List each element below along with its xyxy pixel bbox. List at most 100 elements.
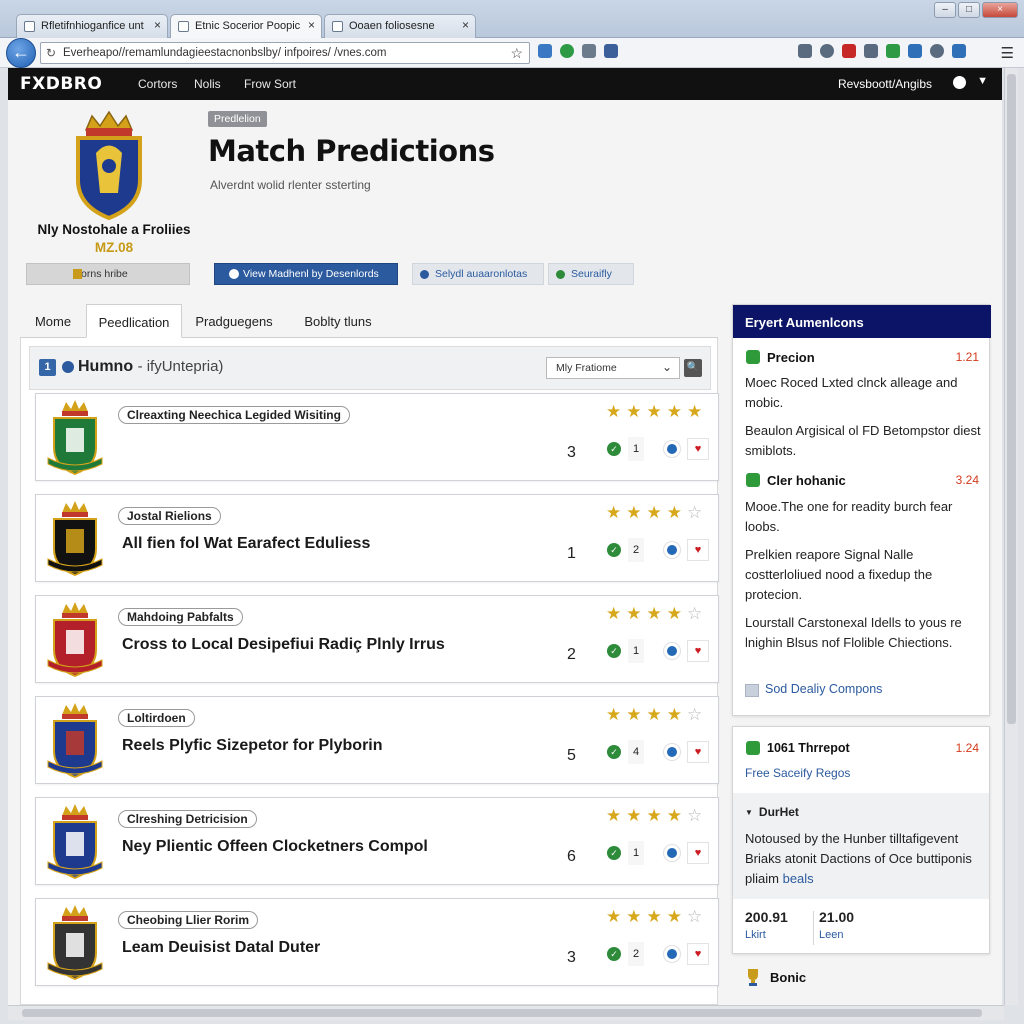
match-tag[interactable]: Clreshing Detricision [118,810,257,828]
reload-icon[interactable]: ↻ [46,46,56,60]
scrollbar-thumb[interactable] [1007,74,1016,724]
extension-icon[interactable] [538,44,552,58]
match-title[interactable]: Leam Deuisist Datal Duter [122,939,320,957]
check-icon[interactable]: ✓ [607,745,621,759]
match-tag[interactable]: Cheobing Llier Rorim [118,911,259,929]
scrollbar-thumb[interactable] [22,1009,982,1017]
check-icon[interactable]: ✓ [607,442,621,456]
heart-icon[interactable]: ♥ [687,943,709,965]
star-icon[interactable]: ☆ [687,604,707,623]
match-title[interactable]: Cross to Local Desipefiui Radiç Plnly Ir… [122,636,445,654]
match-card[interactable]: Loltirdoen Reels Plyfic Sizepetor for Ply… [35,696,719,784]
nav-link[interactable]: Frow Sort [244,77,296,91]
filter-chip[interactable]: Selydl auaaronlotas [412,263,544,285]
horizontal-scrollbar[interactable] [8,1005,1004,1020]
star-icon[interactable]: ★ [647,503,667,522]
user-icon[interactable] [820,44,834,58]
star-icon[interactable]: ★ [626,604,646,623]
rating-stars[interactable]: ★★★★☆ [606,604,707,624]
extension-icon[interactable] [952,44,966,58]
star-icon[interactable]: ★ [667,907,687,926]
match-card[interactable]: Jostal Rielions All fien fol Wat Earafect… [35,494,719,582]
heart-icon[interactable]: ♥ [687,741,709,763]
expert-item-label[interactable]: Cler hohanic [767,473,846,488]
heart-icon[interactable]: ♥ [687,539,709,561]
star-icon[interactable]: ★ [626,402,646,421]
stop-icon[interactable] [842,44,856,58]
close-icon[interactable]: × [308,18,315,32]
extension-icon[interactable] [560,44,574,58]
share-icon[interactable] [663,743,681,761]
match-card[interactable]: Cheobing Llier Rorim Leam Deuisist Datal … [35,898,719,986]
rating-stars[interactable]: ★★★★☆ [606,806,707,826]
star-icon[interactable]: ★ [626,907,646,926]
user-menu-label[interactable]: Revsboott/Angibs [838,77,932,91]
star-icon[interactable]: ☆ [687,806,707,825]
tab-home[interactable]: Mome [20,304,86,338]
star-icon[interactable]: ★ [647,907,667,926]
share-icon[interactable] [663,844,681,862]
tab-prediction[interactable]: Peedlication [86,304,182,338]
heart-icon[interactable]: ♥ [687,640,709,662]
rating-stars[interactable]: ★★★★★ [606,402,707,422]
extension-icon[interactable] [886,44,900,58]
menu-icon[interactable]: ☰ [1001,44,1014,62]
window-close-icon[interactable]: × [982,2,1018,18]
star-icon[interactable]: ★ [626,806,646,825]
share-icon[interactable] [663,945,681,963]
search-icon[interactable]: 🔍 [684,359,702,377]
tab-betting[interactable]: Boblty tluns [290,304,386,338]
star-icon[interactable]: ★ [626,705,646,724]
vertical-scrollbar[interactable] [1004,68,1018,1005]
expert-link[interactable]: Sod Dealiy Compons [745,682,882,697]
close-icon[interactable]: × [154,18,161,32]
details-toggle[interactable]: DurHet [745,805,799,819]
star-icon[interactable]: ★ [647,604,667,623]
star-icon[interactable]: ★ [606,503,626,522]
stat-label[interactable]: Leen [819,929,854,941]
match-title[interactable]: Reels Plyfic Sizepetor for Plyborin [122,737,383,755]
match-title[interactable]: All fien fol Wat Earafect Eduliess [122,535,370,553]
star-icon[interactable]: ★ [606,806,626,825]
star-icon[interactable]: ★ [606,402,626,421]
star-icon[interactable]: ★ [667,503,687,522]
browser-tab-active[interactable]: Etnic Socerior Poopic × [170,14,322,38]
star-icon[interactable]: ★ [667,705,687,724]
bookmark-star-icon[interactable]: ☆ [510,45,523,62]
browser-tab[interactable]: Ooaen foliosesne × [324,14,476,38]
match-card[interactable]: Mahdoing Pabfalts Cross to Local Desipefi… [35,595,719,683]
star-icon[interactable]: ★ [687,402,707,421]
star-icon[interactable]: ★ [647,806,667,825]
match-tag[interactable]: Loltirdoen [118,709,195,727]
back-arrow-icon[interactable]: ← [6,38,36,68]
view-button[interactable]: View Madhenl by Desenlords [214,263,398,285]
close-icon[interactable]: × [462,18,469,32]
stat-label[interactable]: Lkirt [745,929,788,941]
filter-select[interactable]: Mly Fratiome ⌄ [546,357,680,379]
rating-stars[interactable]: ★★★★☆ [606,907,707,927]
share-icon[interactable] [663,541,681,559]
rating-stars[interactable]: ★★★★☆ [606,705,707,725]
star-icon[interactable]: ☆ [687,503,707,522]
star-icon[interactable]: ★ [667,402,687,421]
star-icon[interactable]: ★ [606,705,626,724]
match-title[interactable]: Ney Plientic Offeen Clocketners Compol [122,838,428,856]
team-button[interactable]: Yorns hribe [26,263,190,285]
star-icon[interactable]: ★ [606,907,626,926]
extension-icon[interactable] [908,44,922,58]
star-icon[interactable]: ☆ [687,907,707,926]
site-logo[interactable]: FXDBRO [20,74,102,94]
match-tag[interactable]: Mahdoing Pabfalts [118,608,243,626]
maximize-icon[interactable]: □ [958,2,980,18]
rating-stars[interactable]: ★★★★☆ [606,503,707,523]
home-icon[interactable] [604,44,618,58]
chevron-down-icon[interactable]: ▼ [977,75,988,87]
tab-programs[interactable]: Pradguegens [188,304,280,338]
details-link[interactable]: beals [783,871,814,886]
toolbar-icon[interactable] [798,44,812,58]
extension-icon[interactable] [582,44,596,58]
user-avatar-icon[interactable] [953,76,966,89]
share-icon[interactable] [663,642,681,660]
check-icon[interactable]: ✓ [607,947,621,961]
address-bar[interactable]: ↻ Everheapo//remamlundagieestacnonbslby/… [40,42,530,64]
